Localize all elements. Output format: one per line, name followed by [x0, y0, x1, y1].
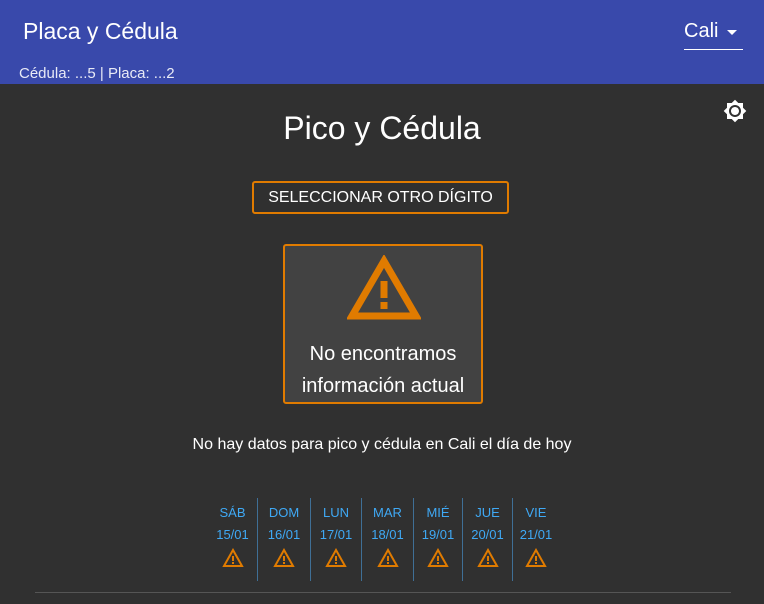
warning-icon [476, 548, 499, 567]
day-item[interactable]: MIÉ 19/01 [413, 498, 462, 581]
day-item[interactable]: LUN 17/01 [310, 498, 361, 581]
day-name: MAR [373, 505, 402, 520]
day-name: SÁB [219, 505, 246, 520]
day-name: JUE [475, 505, 500, 520]
page-title: Pico y Cédula [283, 110, 481, 146]
app-subtitle: Cédula: ...5 | Placa: ...2 [19, 65, 175, 82]
warning-line-1: No encontramos [309, 343, 457, 365]
day-name: DOM [268, 505, 300, 520]
warning-icon [345, 254, 423, 321]
day-date: 19/01 [421, 527, 455, 542]
day-item[interactable]: VIE 21/01 [512, 498, 559, 581]
warning-icon [525, 548, 547, 567]
no-data-message: No hay datos para pico y cédula en Cali … [192, 436, 572, 453]
day-list: SÁB 15/01 DOM 16/01 LUN 17/01 MAR 18/01 … [208, 498, 559, 581]
day-date: 17/01 [319, 527, 353, 542]
divider [35, 592, 731, 593]
day-date: 20/01 [471, 527, 504, 542]
chevron-down-icon [727, 30, 737, 35]
day-item[interactable]: DOM 16/01 [257, 498, 310, 581]
day-date: 16/01 [267, 527, 301, 542]
app-bar: Placa y Cédula Cédula: ...5 | Placa: ...… [0, 0, 764, 84]
day-name: LUN [322, 505, 349, 520]
day-item[interactable]: SÁB 15/01 [208, 498, 257, 581]
warning-icon [325, 548, 347, 567]
day-name: VIE [525, 505, 547, 520]
warning-card-text: No encontramos información actual [285, 338, 481, 402]
day-date: 18/01 [371, 527, 404, 542]
city-select[interactable]: Cali [684, 18, 743, 50]
warning-line-2: información actual [301, 375, 465, 397]
day-name: MIÉ [426, 505, 450, 520]
city-select-value: Cali [684, 20, 719, 42]
day-item[interactable]: MAR 18/01 [361, 498, 413, 581]
warning-icon [273, 548, 295, 567]
day-date: 21/01 [519, 527, 553, 542]
day-date: 15/01 [216, 527, 249, 542]
app-title: Placa y Cédula [23, 18, 178, 44]
warning-card: No encontramos información actual [283, 244, 483, 404]
warning-icon [427, 548, 449, 567]
warning-icon [376, 548, 399, 567]
warning-icon [221, 548, 244, 567]
select-other-digit-button[interactable]: SELECCIONAR OTRO DÍGITO [252, 181, 509, 214]
day-item[interactable]: JUE 20/01 [462, 498, 512, 581]
